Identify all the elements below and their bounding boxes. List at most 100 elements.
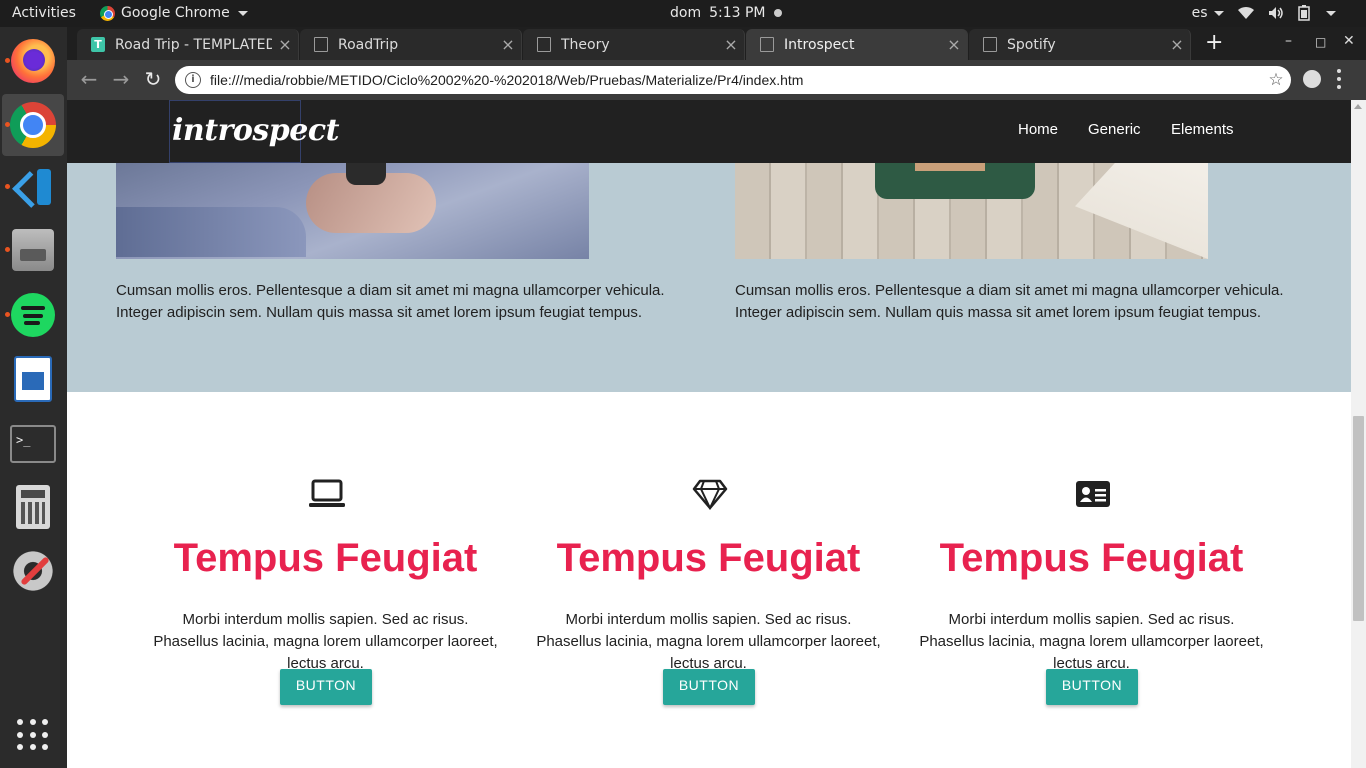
close-window-button[interactable]: ✕ (1343, 33, 1355, 49)
feature-title: Tempus Feugiat (556, 536, 861, 580)
keyboard-layout[interactable]: es (1192, 5, 1224, 21)
tab-title: Theory (561, 36, 610, 53)
maximize-button[interactable]: □ (1315, 35, 1326, 49)
settings-icon (11, 549, 55, 593)
nav-home-link[interactable]: Home (1018, 121, 1058, 138)
running-indicator (5, 58, 10, 63)
tab-title: RoadTrip (338, 36, 399, 53)
show-apps-icon (17, 719, 49, 751)
dock-firefox[interactable] (2, 30, 64, 92)
site-navbar: introspect Home Generic Elements (67, 100, 1351, 163)
nav-elements-link[interactable]: Elements (1171, 121, 1234, 138)
chevron-down-icon (237, 10, 248, 16)
page-icon (983, 37, 997, 52)
tab-introspect[interactable]: Introspect × (746, 29, 968, 60)
volume-icon (1269, 7, 1283, 19)
url-text[interactable]: file:///media/robbie/METIDO/Ciclo%2002%2… (210, 72, 1261, 88)
chrome-icon (10, 102, 56, 148)
clock-day: dom (670, 5, 702, 21)
battery-icon (1298, 5, 1310, 21)
tab-theory[interactable]: Theory × (523, 29, 745, 60)
menu-kebab-icon[interactable] (1337, 69, 1341, 89)
running-indicator (5, 247, 10, 252)
feature-title: Tempus Feugiat (939, 536, 1244, 580)
tab-spotify[interactable]: Spotify × (969, 29, 1191, 60)
photo-watch-hand (116, 163, 589, 259)
page-viewport: introspect Home Generic Elements Cumsan … (67, 100, 1351, 768)
dock-files[interactable] (2, 219, 64, 281)
address-bar[interactable]: i file:///media/robbie/METIDO/Ciclo%2002… (175, 66, 1291, 94)
scrollbar-thumb[interactable] (1353, 416, 1364, 621)
writer-icon (14, 356, 52, 402)
close-icon[interactable]: × (495, 35, 521, 54)
spotify-icon (11, 293, 55, 337)
page-icon (760, 37, 774, 52)
close-icon[interactable]: × (718, 35, 744, 54)
feature-button[interactable]: BUTTON (663, 669, 755, 705)
calculator-icon (16, 485, 50, 529)
tab-roadtrip[interactable]: RoadTrip × (300, 29, 522, 60)
tab-title: Introspect (784, 36, 855, 53)
feature-text: Morbi interdum mollis sapien. Sed ac ris… (919, 611, 1264, 672)
page-icon (537, 37, 551, 52)
running-indicator (5, 312, 10, 317)
band-text-right: Cumsan mollis eros. Pellentesque a diam … (735, 282, 1284, 321)
feature-button[interactable]: BUTTON (1046, 669, 1138, 705)
nav-generic-link[interactable]: Generic (1088, 121, 1141, 138)
chrome-window: T Road Trip - TEMPLATED × RoadTrip × The… (67, 27, 1366, 768)
dock-terminal[interactable]: >_ (2, 413, 64, 475)
image-band: Cumsan mollis eros. Pellentesque a diam … (67, 163, 1351, 392)
dock-spotify[interactable] (2, 284, 64, 346)
close-icon[interactable]: × (941, 35, 967, 54)
chevron-down-icon (1326, 10, 1336, 16)
close-icon[interactable]: × (1164, 35, 1190, 54)
keyboard-layout-label: es (1191, 5, 1208, 21)
new-tab-button[interactable]: + (1205, 32, 1223, 54)
forward-button[interactable]: → (109, 68, 133, 92)
close-icon[interactable]: × (272, 35, 298, 54)
gnome-top-bar: Activities Google Chrome dom 5:13 PM es (0, 0, 1366, 27)
dock-vscode[interactable] (2, 156, 64, 218)
laptop-icon (309, 479, 345, 507)
feature-button[interactable]: BUTTON (280, 669, 372, 705)
bookmark-star-icon[interactable]: ☆ (1261, 70, 1291, 90)
site-logo[interactable]: introspect (169, 100, 339, 163)
minimize-button[interactable]: – (1285, 33, 1292, 49)
dock-settings[interactable] (2, 540, 64, 602)
back-button[interactable]: ← (77, 68, 101, 92)
feature-text: Morbi interdum mollis sapien. Sed ac ris… (153, 611, 498, 672)
feature-text: Morbi interdum mollis sapien. Sed ac ris… (536, 611, 881, 672)
dock: >_ (0, 27, 67, 768)
features-section: Tempus Feugiat Morbi interdum mollis sap… (67, 392, 1351, 768)
page-scrollbar[interactable] (1351, 100, 1366, 768)
scroll-up-arrow-icon[interactable] (1354, 104, 1362, 109)
vscode-icon (13, 167, 53, 207)
app-menu[interactable]: Google Chrome (100, 5, 248, 21)
activities-button[interactable]: Activities (12, 5, 76, 21)
diamond-icon (692, 479, 728, 510)
photo-desk-wood (735, 163, 1208, 259)
info-icon[interactable]: i (185, 72, 201, 88)
system-tray[interactable]: es (1192, 5, 1336, 21)
chevron-down-icon (1214, 10, 1224, 16)
browser-toolbar: ← → ↻ i file:///media/robbie/METIDO/Cicl… (67, 60, 1366, 100)
templated-favicon-icon: T (91, 37, 105, 52)
tab-title: Spotify (1007, 36, 1056, 53)
wifi-icon (1238, 6, 1254, 20)
page-icon (314, 37, 328, 52)
band-text-left: Cumsan mollis eros. Pellentesque a diam … (116, 282, 665, 321)
dock-chrome[interactable] (2, 94, 64, 156)
dock-calculator[interactable] (2, 476, 64, 538)
firefox-icon (11, 39, 55, 83)
tab-road-trip-templated[interactable]: T Road Trip - TEMPLATED × (77, 29, 299, 60)
clock[interactable]: dom 5:13 PM (670, 5, 782, 21)
running-indicator (5, 184, 10, 189)
notification-dot-icon (773, 9, 782, 17)
dock-writer[interactable] (2, 348, 64, 410)
feature-title: Tempus Feugiat (173, 536, 478, 580)
show-apps-button[interactable] (2, 704, 64, 766)
terminal-icon: >_ (10, 425, 56, 463)
profile-avatar-icon[interactable] (1303, 70, 1321, 88)
files-icon (12, 229, 54, 271)
reload-button[interactable]: ↻ (141, 68, 165, 92)
